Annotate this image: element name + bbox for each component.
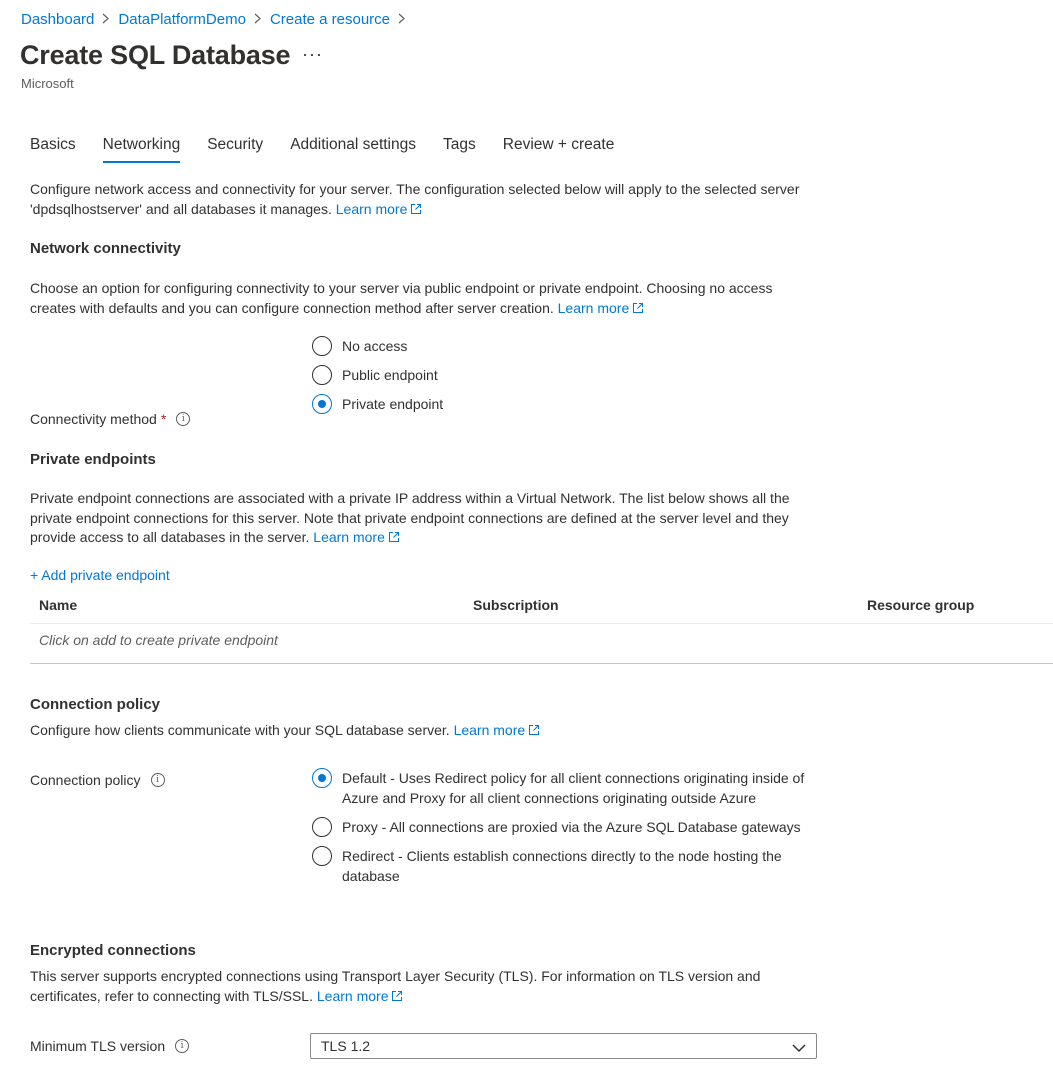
learn-more-label: Learn more xyxy=(335,200,408,217)
radio-button[interactable] xyxy=(312,365,332,385)
required-indicator: * xyxy=(160,411,167,427)
private-endpoints-text: Private endpoint connections are associa… xyxy=(30,489,830,549)
column-header-resource-group[interactable]: Resource group xyxy=(867,597,974,613)
more-options-button[interactable]: ··· xyxy=(302,44,323,65)
private-endpoints-heading: Private endpoints xyxy=(30,451,156,468)
intro-text: Configure network access and connectivit… xyxy=(30,180,805,220)
radio-label: Private endpoint xyxy=(342,396,444,412)
connection-policy-learn-more-link[interactable]: Learn more xyxy=(454,722,541,738)
radio-button[interactable] xyxy=(312,336,332,356)
grid-divider xyxy=(30,663,1053,664)
radio-policy-default[interactable]: Default - Uses Redirect policy for all c… xyxy=(312,768,822,808)
publisher-label: Microsoft xyxy=(21,76,74,91)
network-connectivity-heading: Network connectivity xyxy=(30,240,181,257)
dropdown-value: TLS 1.2 xyxy=(321,1038,371,1054)
external-link-icon xyxy=(391,988,403,1008)
info-icon[interactable]: i xyxy=(175,1039,190,1053)
breadcrumb-create-resource[interactable]: Create a resource xyxy=(270,11,390,28)
tab-basics[interactable]: Basics xyxy=(30,136,76,163)
radio-label: Default - Uses Redirect policy for all c… xyxy=(342,770,805,806)
breadcrumb-dashboard[interactable]: Dashboard xyxy=(21,11,94,28)
tab-review-create[interactable]: Review + create xyxy=(503,136,615,163)
info-icon[interactable]: i xyxy=(150,773,165,787)
tab-security[interactable]: Security xyxy=(207,136,263,163)
field-label: Minimum TLS version xyxy=(30,1038,166,1054)
chevron-down-icon xyxy=(792,1040,806,1056)
breadcrumb-dataplatformdemo[interactable]: DataPlatformDemo xyxy=(118,11,246,28)
grid-header: Name Subscription Resource group xyxy=(30,590,1053,624)
network-learn-more-link[interactable]: Learn more xyxy=(558,300,645,316)
external-link-icon xyxy=(632,300,644,320)
column-header-name[interactable]: Name xyxy=(39,597,77,613)
radio-private-endpoint[interactable]: Private endpoint xyxy=(312,394,443,414)
connection-policy-heading: Connection policy xyxy=(30,696,161,713)
field-label: Connection policy xyxy=(30,772,141,788)
radio-button-selected[interactable] xyxy=(312,394,332,414)
external-link-icon xyxy=(388,529,400,549)
radio-label: Proxy - All connections are proxied via … xyxy=(342,819,801,835)
encrypted-connections-heading: Encrypted connections xyxy=(30,942,196,959)
intro-learn-more-link[interactable]: Learn more xyxy=(336,201,423,217)
private-endpoints-description: Private endpoint connections are associa… xyxy=(30,490,790,546)
network-connectivity-description: Choose an option for configuring connect… xyxy=(30,280,773,316)
external-link-icon xyxy=(410,201,422,221)
radio-label: Redirect - Clients establish connections… xyxy=(342,848,782,884)
radio-label: No access xyxy=(342,338,408,354)
radio-button-selected[interactable] xyxy=(312,768,332,788)
encrypted-connections-text: This server supports encrypted connectio… xyxy=(30,967,800,1007)
grid-empty-message: Click on add to create private endpoint xyxy=(39,632,278,648)
private-endpoints-learn-more-link[interactable]: Learn more xyxy=(313,529,400,545)
tab-bar: Basics Networking Security Additional se… xyxy=(30,136,641,163)
radio-policy-redirect[interactable]: Redirect - Clients establish connections… xyxy=(312,846,822,886)
column-header-subscription[interactable]: Subscription xyxy=(473,597,559,613)
radio-label: Public endpoint xyxy=(342,367,438,383)
radio-no-access[interactable]: No access xyxy=(312,336,407,356)
network-connectivity-text: Choose an option for configuring connect… xyxy=(30,279,820,319)
info-icon[interactable]: i xyxy=(176,412,191,426)
connection-policy-label: Connection policy i xyxy=(30,772,165,788)
page-title: Create SQL Database xyxy=(20,40,291,70)
minimum-tls-label: Minimum TLS version i xyxy=(30,1038,190,1054)
add-private-endpoint-button[interactable]: + Add private endpoint xyxy=(30,567,170,583)
minimum-tls-dropdown[interactable]: TLS 1.2 xyxy=(310,1033,817,1059)
learn-more-label: Learn more xyxy=(557,299,630,316)
external-link-icon xyxy=(528,722,540,742)
radio-public-endpoint[interactable]: Public endpoint xyxy=(312,365,438,385)
tab-networking[interactable]: Networking xyxy=(102,136,181,163)
radio-button[interactable] xyxy=(312,846,332,866)
chevron-right-icon xyxy=(254,11,261,28)
connection-policy-description: Configure how clients communicate with y… xyxy=(30,722,450,738)
encrypted-learn-more-link[interactable]: Learn more xyxy=(317,988,404,1004)
radio-button[interactable] xyxy=(312,817,332,837)
connection-policy-text: Configure how clients communicate with y… xyxy=(30,721,820,742)
chevron-right-icon xyxy=(102,11,110,28)
tab-additional-settings[interactable]: Additional settings xyxy=(290,136,416,163)
learn-more-label: Learn more xyxy=(313,529,385,546)
connectivity-method-label: Connectivity method * i xyxy=(30,411,191,427)
field-label: Connectivity method xyxy=(30,411,157,427)
radio-policy-proxy[interactable]: Proxy - All connections are proxied via … xyxy=(312,817,822,837)
learn-more-label: Learn more xyxy=(316,987,389,1004)
chevron-right-icon xyxy=(398,11,405,28)
learn-more-label: Learn more xyxy=(453,722,526,738)
breadcrumb: Dashboard DataPlatformDemo Create a reso… xyxy=(21,11,414,28)
tab-tags[interactable]: Tags xyxy=(443,136,476,163)
